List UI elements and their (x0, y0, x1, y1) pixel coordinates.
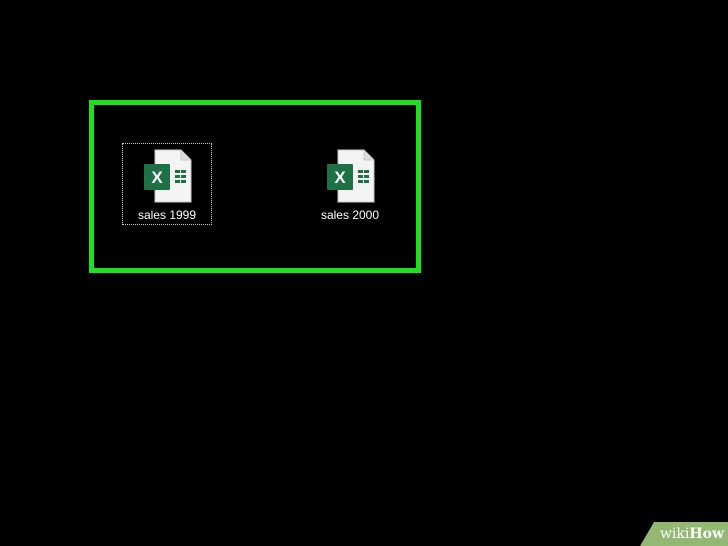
file-label: sales 2000 (320, 208, 380, 222)
file-sales-1999[interactable]: X sales 1999 (122, 143, 212, 225)
desktop[interactable]: X sales 1999 X sales 2000 (0, 0, 728, 546)
svg-text:X: X (334, 168, 346, 187)
file-label: sales 1999 (137, 208, 197, 222)
watermark-wiki: wiki (659, 526, 690, 542)
wikihow-watermark: wikiHow (640, 522, 728, 546)
watermark-how: How (689, 526, 724, 542)
excel-file-icon: X (327, 149, 375, 203)
file-sales-2000[interactable]: X sales 2000 (306, 144, 394, 224)
svg-text:X: X (151, 168, 163, 187)
excel-file-icon: X (144, 149, 192, 203)
